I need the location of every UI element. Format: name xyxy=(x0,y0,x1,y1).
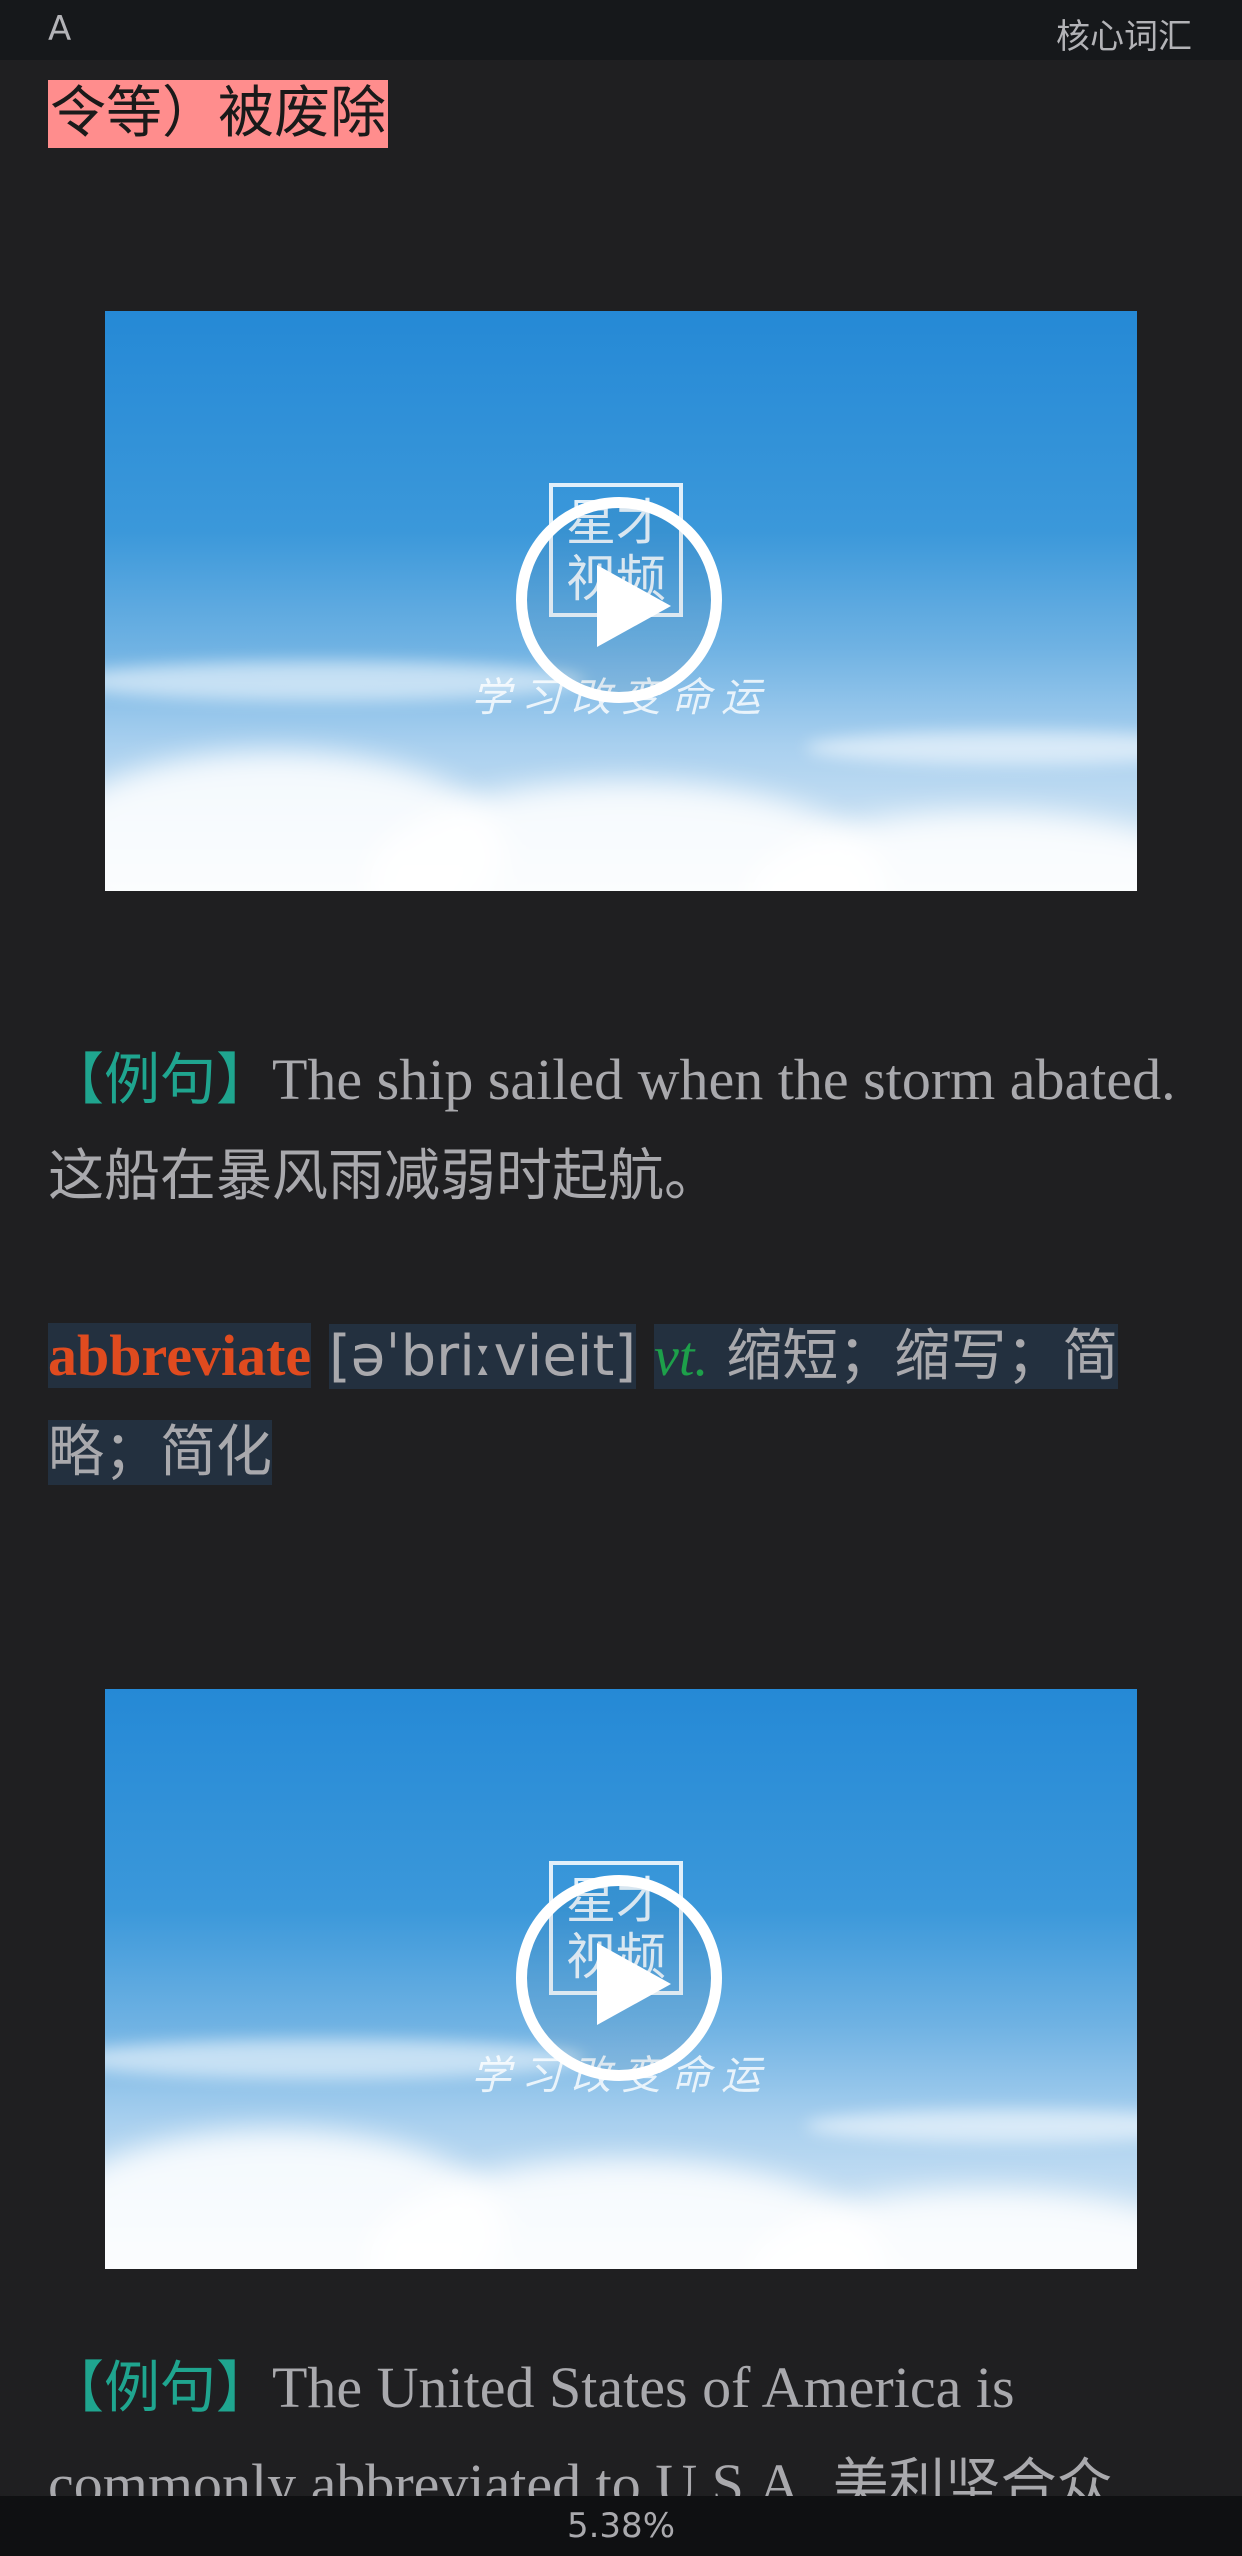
chapter-title: 核心词汇 xyxy=(1056,17,1192,57)
highlighted-text[interactable]: 令等）被废除 xyxy=(48,80,388,148)
play-button[interactable] xyxy=(516,1875,722,2081)
phonetic: [əˈbriːvieit] xyxy=(328,1324,637,1389)
headword[interactable]: abbreviate xyxy=(48,1323,312,1388)
top-status-bar: A 核心词汇 xyxy=(0,0,1242,60)
example-english: The ship sailed when the storm abated. xyxy=(272,1047,1176,1112)
example-label: 【例句】 xyxy=(48,1048,272,1113)
part-of-speech: vt. xyxy=(653,1326,709,1388)
example-chinese: 这船在暴风雨减弱时起航。 xyxy=(48,1144,720,1209)
example-label: 【例句】 xyxy=(48,2356,272,2421)
example-sentence-1: 【例句】The ship sailed when the storm abate… xyxy=(48,1032,1198,1225)
video-player[interactable]: 星才 视频 学习改变命运 xyxy=(105,311,1137,891)
play-icon xyxy=(597,565,671,647)
font-size-toggle[interactable]: A xyxy=(48,9,71,49)
video-player[interactable]: 星才 视频 学习改变命运 xyxy=(105,1689,1137,2269)
play-icon xyxy=(597,1943,671,2025)
play-button[interactable] xyxy=(516,497,722,703)
reading-progress: 5.38% xyxy=(0,2496,1242,2556)
word-entry: abbreviate [əˈbriːvieit] vt. 缩短；缩写；简略；简化 xyxy=(48,1308,1198,1501)
